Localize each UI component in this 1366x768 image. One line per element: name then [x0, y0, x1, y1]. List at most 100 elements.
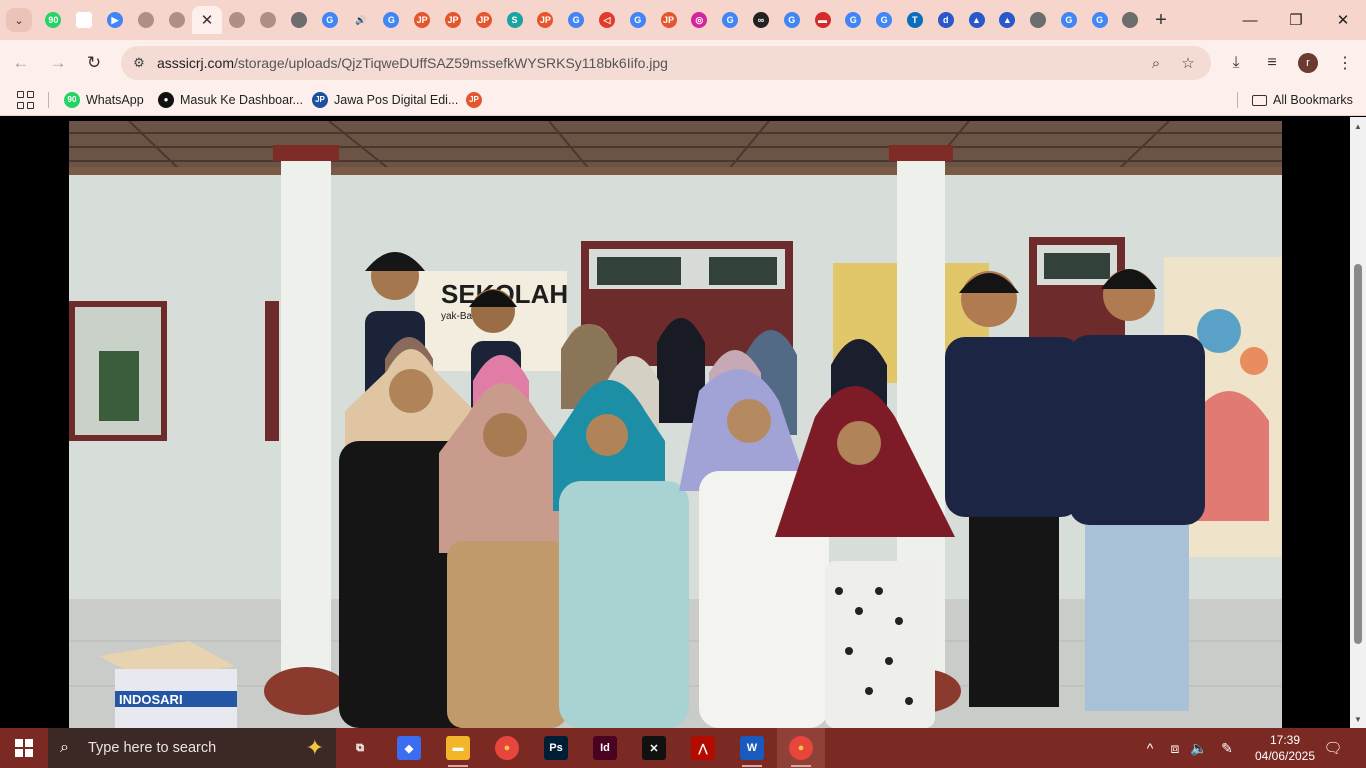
tab[interactable]: G [715, 6, 746, 34]
globe-icon [168, 12, 185, 28]
system-clock[interactable]: 17:39 04/06/2025 [1254, 732, 1316, 764]
menu-kebab-icon[interactable]: ⋮ [1333, 51, 1357, 75]
speaker-icon: 🔊 [354, 14, 367, 25]
taskbar-app-copilot[interactable]: ◆ [385, 728, 433, 768]
tab[interactable]: S [499, 6, 530, 34]
bookmark-item[interactable]: 90 WhatsApp [64, 91, 144, 109]
taskbar-search-box[interactable]: ⌕ Type here to search ✦ [48, 728, 336, 768]
site-info-icon[interactable]: ⚙ [129, 53, 149, 73]
tab[interactable] [161, 6, 192, 34]
bookmark-item[interactable]: JP [466, 91, 482, 109]
taskbar-app-capcut[interactable]: ✕ [630, 728, 678, 768]
tab[interactable]: ▲ [992, 6, 1023, 34]
tab[interactable] [1115, 6, 1146, 34]
scrollbar-thumb[interactable] [1354, 264, 1362, 644]
taskbar-app-chrome[interactable]: ● [483, 728, 531, 768]
tab[interactable]: d [930, 6, 961, 34]
tab[interactable]: 🔊 [345, 6, 376, 34]
tab-search-button[interactable]: ⌄ [6, 8, 32, 32]
vertical-scrollbar[interactable]: ▲ ▼ [1350, 117, 1366, 728]
tab[interactable]: JP [407, 6, 438, 34]
tab[interactable]: G [776, 6, 807, 34]
globe-icon [137, 12, 154, 28]
tab[interactable]: ∞ [746, 6, 777, 34]
scroll-down-arrow-icon[interactable]: ▼ [1350, 712, 1366, 726]
bookmark-item[interactable]: ● Masuk Ke Dashboar... [158, 91, 303, 109]
taskbar-app-photoshop[interactable]: Ps [532, 728, 580, 768]
tab[interactable]: G [869, 6, 900, 34]
group-photo[interactable]: SEKOLAH yak-Ba Ebok [69, 121, 1282, 728]
apps-grid-icon[interactable] [17, 91, 35, 109]
tab[interactable]: ◎ [684, 6, 715, 34]
reload-button[interactable]: ↻ [79, 48, 109, 78]
restore-button[interactable]: ❐ [1273, 0, 1319, 40]
tab[interactable]: ▶ [100, 6, 131, 34]
network-icon[interactable]: ⧈ [1164, 728, 1186, 768]
profile-avatar[interactable]: r [1298, 53, 1318, 73]
taskbar-app-file-explorer[interactable]: ▬ [434, 728, 482, 768]
tab[interactable]: 90 [38, 6, 69, 34]
windows-taskbar: ⌕ Type here to search ✦ ⧉ ◆ ▬ ● Ps Id ✕ ⋀ W ● ^ ⧈… [0, 728, 1366, 768]
taskbar-app-chrome-profile[interactable]: ● [777, 728, 825, 768]
tab[interactable]: T [900, 6, 931, 34]
tab-active[interactable]: ✕ [191, 6, 222, 34]
tab[interactable]: G [314, 6, 345, 34]
jp-icon: JP [444, 12, 461, 28]
tab[interactable] [1023, 6, 1054, 34]
tab[interactable]: JP [438, 6, 469, 34]
tab[interactable]: G [1084, 6, 1115, 34]
new-tab-button[interactable]: + [1148, 6, 1174, 34]
bookmark-item[interactable]: JP Jawa Pos Digital Edi... [312, 91, 458, 109]
send-icon: ◁ [598, 12, 615, 28]
forward-button[interactable]: → [43, 48, 73, 78]
download-icon[interactable]: ⤓ [1224, 51, 1248, 75]
image-viewer: SEKOLAH yak-Ba Ebok [0, 117, 1366, 728]
tab[interactable]: JP [468, 6, 499, 34]
whatsapp-icon: 90 [45, 12, 62, 28]
tab[interactable]: G [622, 6, 653, 34]
notification-icon[interactable]: 🗨 [1318, 728, 1348, 768]
close-window-button[interactable]: ✕ [1320, 0, 1366, 40]
globe-icon [229, 12, 246, 28]
red-banner-icon: ▬ [814, 12, 831, 28]
pen-icon[interactable]: ✎ [1216, 728, 1238, 768]
tab[interactable] [130, 6, 161, 34]
taskbar-app-task-view[interactable]: ⧉ [336, 728, 384, 768]
tab[interactable]: G [1054, 6, 1085, 34]
flag-icon: ▲ [999, 12, 1016, 28]
tab[interactable]: JP [653, 6, 684, 34]
scroll-up-arrow-icon[interactable]: ▲ [1350, 119, 1366, 133]
media-control-icon[interactable]: ≡ [1260, 51, 1284, 75]
tab[interactable]: ▬ [807, 6, 838, 34]
all-bookmarks-button[interactable]: All Bookmarks [1252, 91, 1353, 109]
close-icon: ✕ [200, 12, 214, 29]
minimize-button[interactable]: — [1227, 0, 1273, 40]
google-icon: G [321, 12, 338, 28]
plus-icon: + [1155, 8, 1167, 31]
tab[interactable] [253, 6, 284, 34]
tab[interactable]: G [376, 6, 407, 34]
tab[interactable]: G [561, 6, 592, 34]
start-button[interactable] [0, 728, 48, 768]
tab[interactable] [284, 6, 315, 34]
tab[interactable]: ◁ [592, 6, 623, 34]
volume-icon[interactable]: 🔈 [1188, 728, 1210, 768]
task-view-icon: ⧉ [356, 741, 364, 754]
github-icon: ● [158, 92, 174, 108]
tab[interactable] [69, 6, 100, 34]
tab[interactable]: ▲ [961, 6, 992, 34]
tray-chevron-up-icon[interactable]: ^ [1140, 728, 1160, 768]
address-bar[interactable]: ⚙ asssicrj.com/storage/uploads/QjzTiqweD… [121, 46, 1211, 80]
taskbar-app-acrobat[interactable]: ⋀ [679, 728, 727, 768]
taskbar-app-word[interactable]: W [728, 728, 776, 768]
url-text[interactable]: asssicrj.com/storage/uploads/QjzTiqweDUf… [157, 55, 668, 71]
zoom-icon[interactable]: ⌕ [1145, 52, 1167, 74]
taskbar-app-indesign[interactable]: Id [581, 728, 629, 768]
tab[interactable] [222, 6, 253, 34]
back-button[interactable]: ← [6, 48, 36, 78]
copilot-icon: ◆ [397, 736, 421, 760]
tab[interactable]: G [838, 6, 869, 34]
jp-icon: JP [475, 12, 492, 28]
tab[interactable]: JP [530, 6, 561, 34]
bookmark-star-icon[interactable]: ☆ [1177, 52, 1199, 74]
